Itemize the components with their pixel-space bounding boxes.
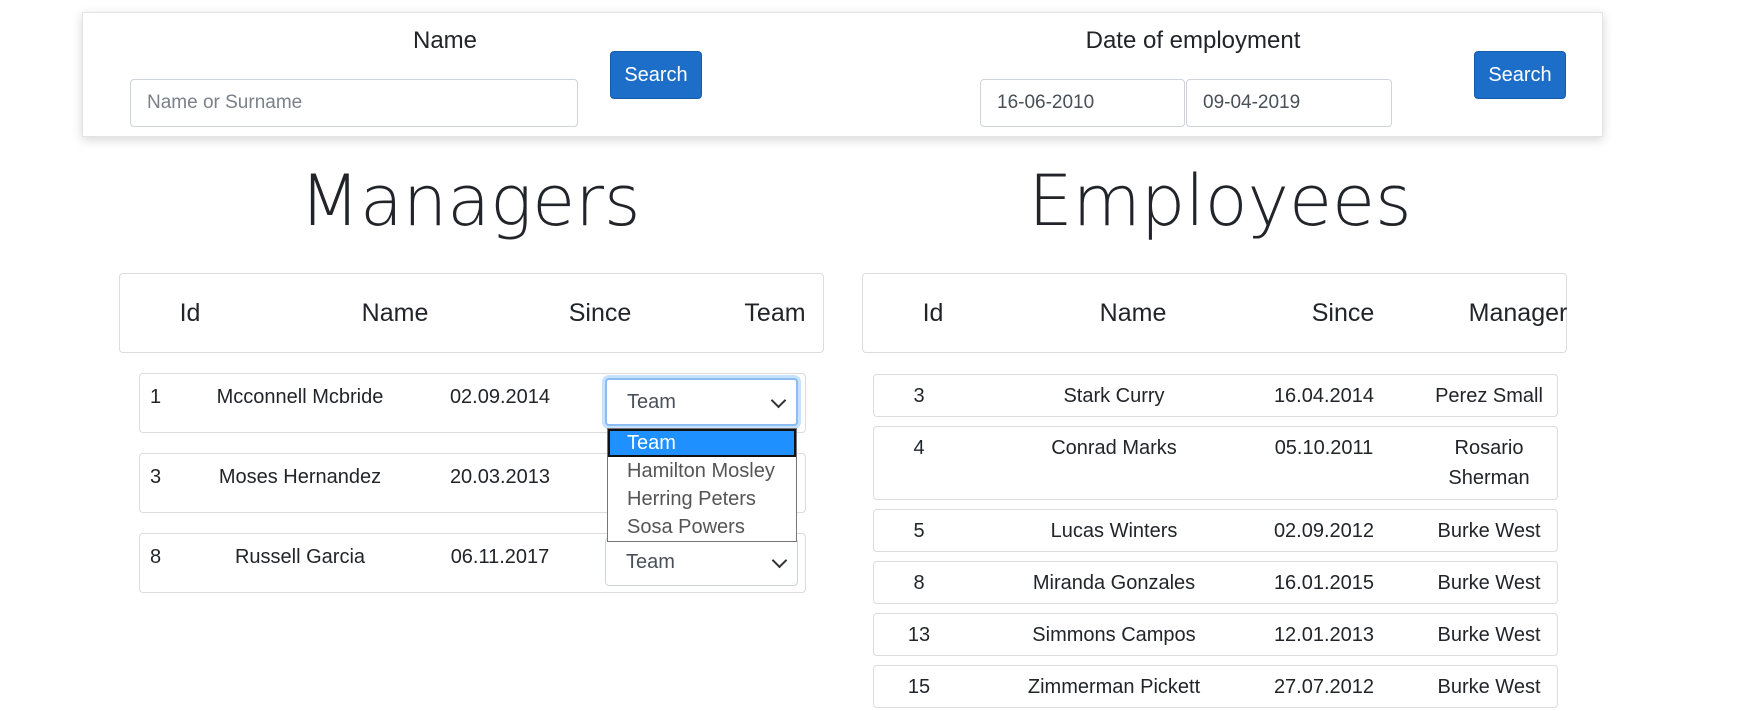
managers-header-team: Team [744, 298, 806, 327]
employee-name: Miranda Gonzales [1032, 572, 1196, 594]
manager-id: 3 [150, 466, 162, 488]
employee-row: 15 Zimmerman Pickett 27.07.2012 Burke We… [873, 665, 1558, 708]
team-option[interactable]: Herring Peters [608, 485, 796, 513]
manager-since: 02.09.2014 [449, 386, 551, 408]
employee-id: 3 [913, 385, 925, 407]
manager-since: 20.03.2013 [449, 466, 551, 488]
search-panel: Name Name or Surname Search Date of empl… [82, 12, 1603, 137]
team-option[interactable]: Team [608, 429, 796, 457]
employee-id: 8 [913, 572, 925, 594]
employee-since: 05.10.2011 [1274, 437, 1374, 459]
employee-manager: Burke West [1437, 624, 1541, 646]
employees-header-since: Since [1311, 298, 1375, 327]
name-label: Name [412, 27, 478, 54]
manager-name: Moses Hernandez [218, 466, 382, 488]
employee-manager-first: Rosario [1454, 437, 1524, 459]
manager-id: 8 [150, 546, 162, 568]
employee-row: 8 Miranda Gonzales 16.01.2015 Burke West [873, 561, 1558, 604]
managers-header-name: Name [361, 298, 429, 327]
employee-name: Simmons Campos [1032, 624, 1196, 646]
managers-header-since: Since [568, 298, 632, 327]
date-to-input[interactable]: 09-04-2019 [1186, 79, 1392, 127]
name-search-button[interactable]: Search [610, 51, 702, 99]
employee-manager: Burke West [1437, 520, 1541, 542]
employee-since: 16.01.2015 [1273, 572, 1375, 594]
employee-row: 4 Conrad Marks 05.10.2011 Rosario Sherma… [873, 426, 1558, 500]
date-from-input[interactable]: 16-06-2010 [980, 79, 1185, 127]
date-search-button[interactable]: Search [1474, 51, 1566, 99]
employee-manager-last: Sherman [1448, 467, 1530, 489]
employee-name: Stark Curry [1063, 385, 1165, 407]
employee-id: 4 [913, 437, 925, 459]
chevron-down-icon [771, 552, 788, 569]
team-select-value: Team [627, 390, 676, 413]
employee-row: 5 Lucas Winters 02.09.2012 Burke West [873, 509, 1558, 552]
employee-name: Zimmerman Pickett [1027, 676, 1201, 698]
team-option[interactable]: Sosa Powers [608, 513, 796, 541]
employee-manager: Perez Small [1435, 385, 1543, 407]
employees-header-name: Name [1099, 298, 1167, 327]
manager-id: 1 [150, 386, 162, 408]
employee-name: Conrad Marks [1051, 437, 1177, 459]
team-select-value: Team [626, 550, 675, 573]
team-dropdown-list: Team Hamilton Mosley Herring Peters Sosa… [607, 428, 797, 542]
employee-name: Lucas Winters [1050, 520, 1178, 542]
employee-row: 3 Stark Curry 16.04.2014 Perez Small [873, 374, 1558, 417]
employees-table-header: Id Name Since Manager [862, 273, 1567, 353]
team-option[interactable]: Hamilton Mosley [608, 457, 796, 485]
employees-title: Employees [1028, 160, 1412, 242]
employees-header-id: Id [922, 298, 944, 327]
manager-name: Mcconnell Mcbride [216, 386, 384, 408]
managers-title: Managers [299, 160, 641, 242]
employee-since: 27.07.2012 [1273, 676, 1375, 698]
employees-header-manager: Manager [1468, 298, 1568, 327]
team-select[interactable]: Team [605, 378, 798, 426]
employee-since: 02.09.2012 [1273, 520, 1375, 542]
employee-since: 16.04.2014 [1273, 385, 1375, 407]
employee-id: 13 [907, 624, 931, 646]
employee-since: 12.01.2013 [1273, 624, 1375, 646]
employee-manager: Burke West [1437, 572, 1541, 594]
manager-since: 06.11.2017 [450, 546, 550, 568]
manager-name: Russell Garcia [234, 546, 366, 568]
name-search-input[interactable]: Name or Surname [130, 79, 578, 127]
managers-table-header: Id Name Since Team [119, 273, 824, 353]
employee-row: 13 Simmons Campos 12.01.2013 Burke West [873, 613, 1558, 656]
employee-manager: Burke West [1437, 676, 1541, 698]
date-label: Date of employment [1085, 27, 1301, 54]
managers-header-id: Id [179, 298, 201, 327]
team-select[interactable]: Team [605, 538, 798, 586]
chevron-down-icon [770, 392, 787, 409]
employee-id: 5 [913, 520, 925, 542]
employee-id: 15 [907, 676, 931, 698]
